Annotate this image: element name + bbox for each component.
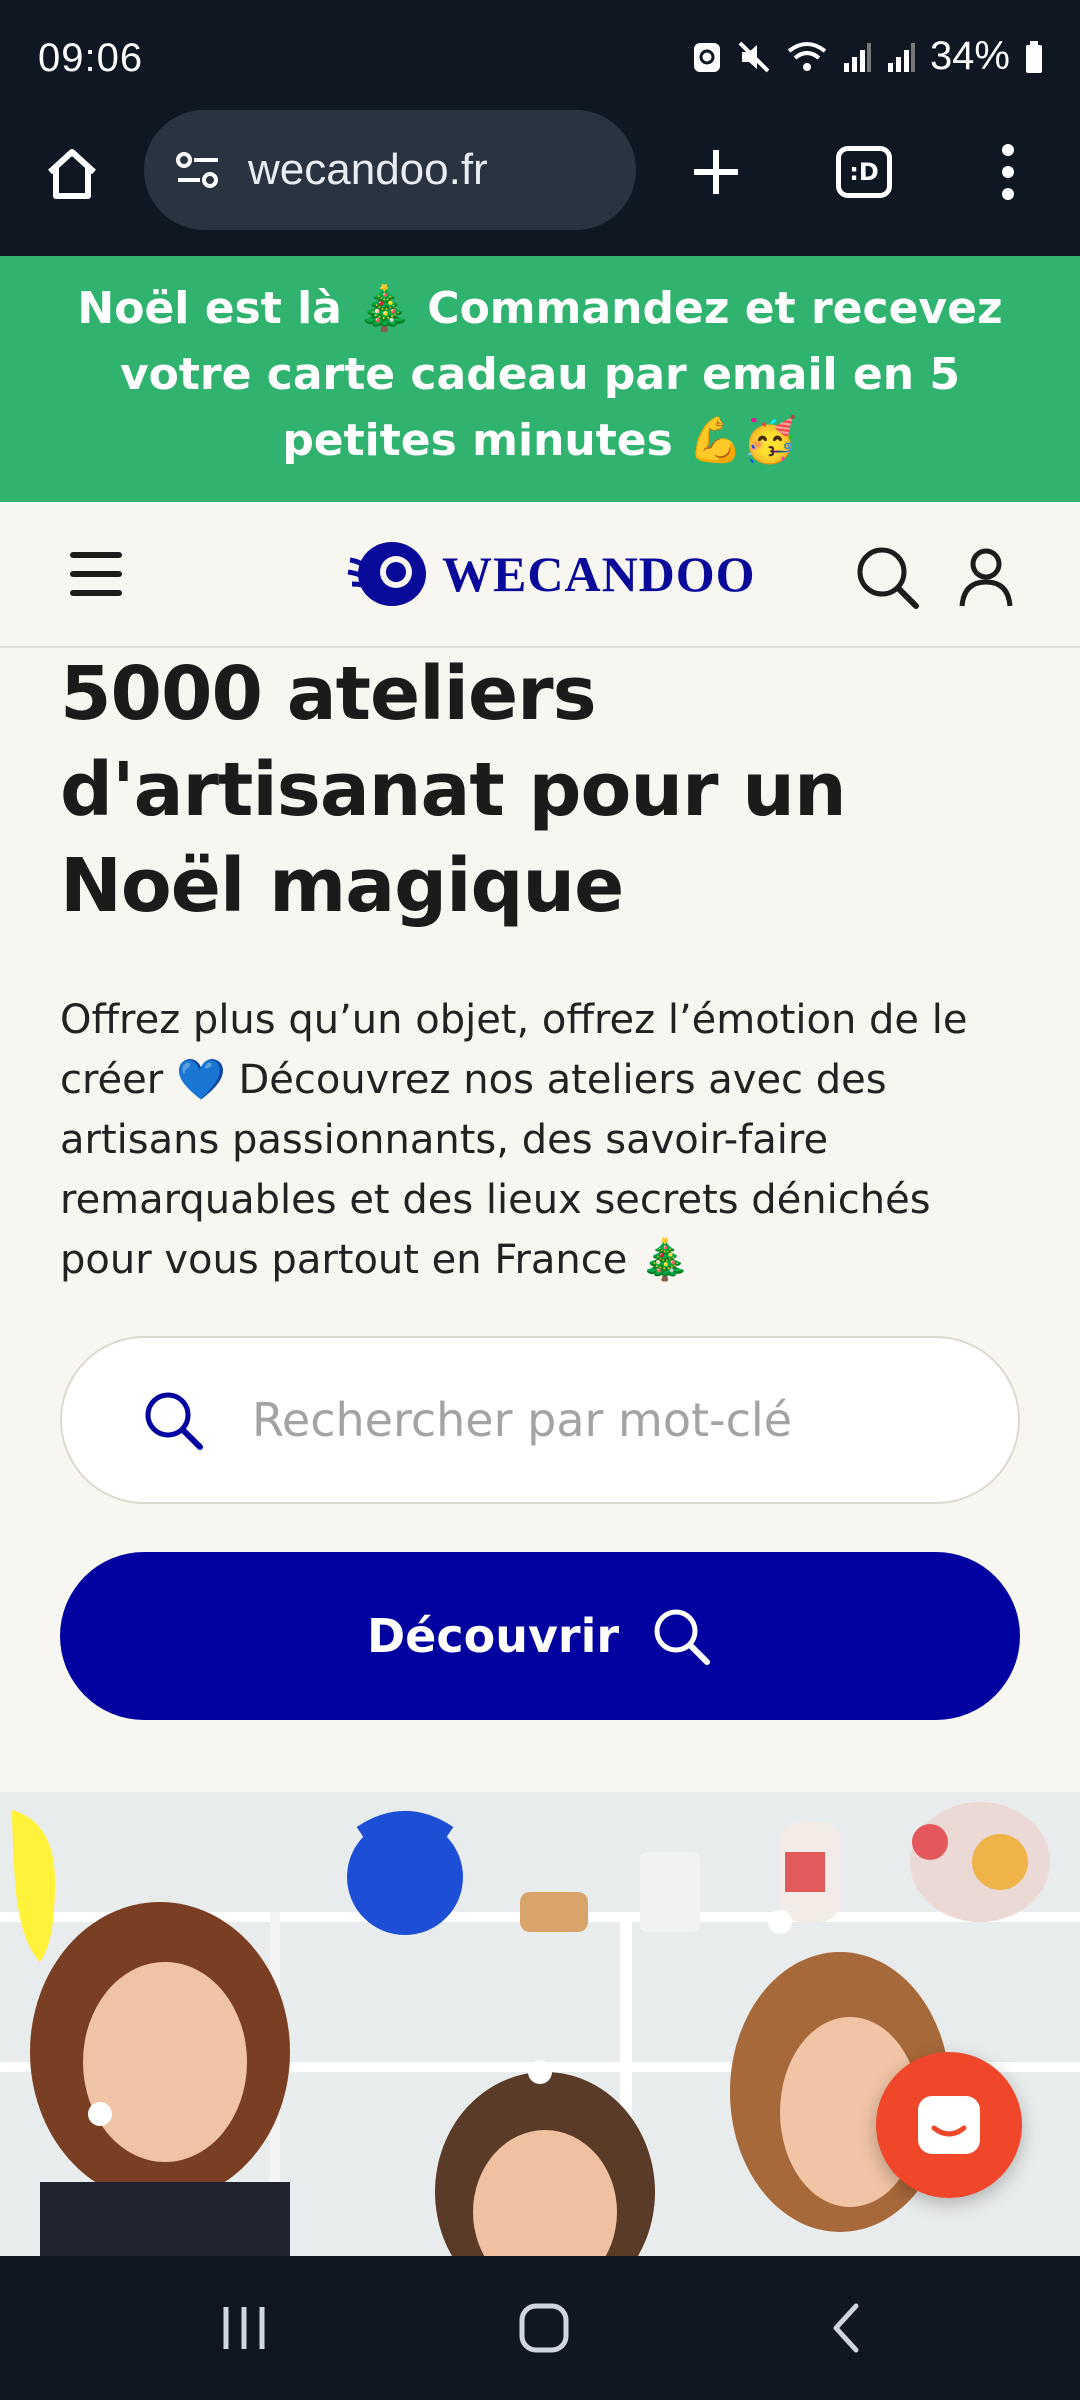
site-settings-icon[interactable]	[170, 142, 226, 198]
status-bar: 09:06 34%	[0, 0, 1080, 110]
search-input[interactable]	[252, 1393, 952, 1447]
chat-bubble-icon	[918, 2096, 980, 2154]
signal-icon	[886, 41, 916, 73]
signal-icon	[842, 41, 872, 73]
logo-text: WECANDOO	[442, 546, 756, 602]
page-title: 5000 ateliers d'artisanat pour un Noël m…	[60, 651, 847, 929]
plus-icon	[694, 150, 738, 194]
hero-description: Offrez plus qu’un objet, offrez l’émotio…	[60, 997, 968, 1283]
tabs-icon: :D	[836, 146, 892, 198]
url-bar[interactable]: wecandoo.fr	[144, 110, 636, 230]
wifi-icon	[786, 40, 828, 74]
browser-toolbar: wecandoo.fr :D	[0, 110, 1080, 256]
discover-button[interactable]: Découvrir	[60, 1552, 1020, 1720]
menu-icon[interactable]	[70, 552, 122, 596]
more-menu-button[interactable]	[972, 136, 1044, 208]
back-button[interactable]	[806, 2292, 886, 2364]
header-search-button[interactable]	[852, 542, 924, 614]
recent-apps-button[interactable]	[204, 2292, 284, 2364]
home-button[interactable]	[36, 138, 108, 210]
home-nav-button[interactable]	[504, 2292, 584, 2364]
url-text: wecandoo.fr	[248, 145, 488, 194]
discover-button-label: Découvrir	[366, 1609, 620, 1663]
account-button[interactable]	[952, 542, 1020, 614]
mute-icon	[736, 39, 772, 75]
search-icon	[145, 1392, 203, 1450]
search-icon	[654, 1609, 711, 1665]
site-logo[interactable]: WECANDOO	[346, 536, 756, 612]
logo-icon	[347, 542, 426, 606]
search-icon	[857, 547, 919, 609]
tabs-button[interactable]: :D	[828, 136, 900, 208]
battery-icon	[1024, 40, 1044, 74]
status-time: 09:06	[38, 36, 144, 80]
home-circle-icon	[519, 2303, 569, 2353]
battery-saver-icon	[692, 40, 722, 74]
site-header: WECANDOO	[0, 502, 1080, 648]
new-tab-button[interactable]	[680, 136, 752, 208]
home-icon	[47, 149, 97, 199]
system-navigation-bar	[0, 2256, 1080, 2400]
user-icon	[959, 548, 1013, 607]
back-icon	[833, 2303, 859, 2353]
status-icons: 34%	[692, 34, 1044, 79]
battery-percent: 34%	[929, 34, 1010, 78]
more-vert-icon	[1002, 144, 1014, 156]
chat-button[interactable]	[876, 2052, 1022, 2198]
search-field[interactable]	[60, 1336, 1020, 1504]
hero-section: 5000 ateliers d'artisanat pour un Noël m…	[0, 646, 1080, 1290]
recent-apps-icon	[223, 2307, 265, 2349]
promo-banner[interactable]: Noël est là 🎄 Commandez et recevez votre…	[0, 256, 1080, 502]
